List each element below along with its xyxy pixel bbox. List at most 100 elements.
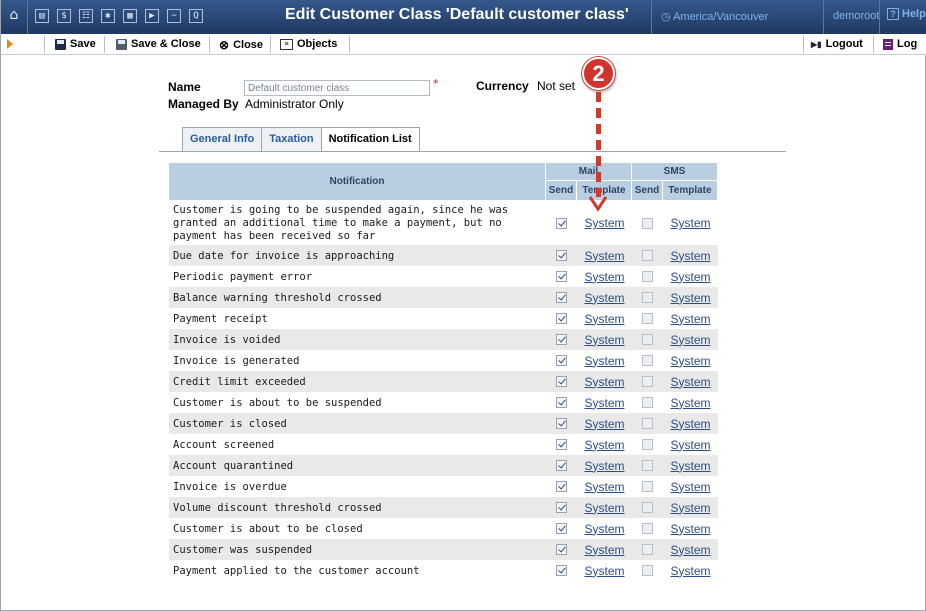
mail-send-checkbox[interactable] [556,544,567,555]
mail-send-checkbox[interactable] [556,418,567,429]
table-row: Volume discount threshold crossed System S… [169,497,718,518]
sms-template-link[interactable]: System [670,396,710,410]
tab-taxation[interactable]: Taxation [261,127,322,151]
sms-send-checkbox[interactable] [642,397,653,408]
mail-send-checkbox[interactable] [556,502,567,513]
logout-icon: ▶▮ [811,39,822,49]
sms-send-checkbox[interactable] [642,292,653,303]
sms-template-link[interactable]: System [670,480,710,494]
mail-template-link[interactable]: System [584,564,624,578]
sms-send-checkbox[interactable] [642,271,653,282]
sms-template-link[interactable]: System [670,375,710,389]
mail-template-link[interactable]: System [584,249,624,263]
sms-send-checkbox[interactable] [642,250,653,261]
customers-icon[interactable]: ▤ [35,9,49,23]
sms-template-link[interactable]: System [670,270,710,284]
sms-send-checkbox[interactable] [642,313,653,324]
save-close-button[interactable]: Save & Close [116,38,201,50]
notification-text: Payment receipt [169,308,546,329]
sms-send-checkbox[interactable] [642,481,653,492]
name-input[interactable] [244,80,430,96]
mail-template-link[interactable]: System [584,501,624,515]
log-button[interactable]: Log [883,38,917,50]
sms-send-checkbox[interactable] [642,565,653,576]
sms-template-link[interactable]: System [670,291,710,305]
mail-send-checkbox[interactable] [556,439,567,450]
tab-notification-list[interactable]: Notification List [320,127,420,152]
mail-template-link[interactable]: System [584,396,624,410]
sms-template-link[interactable]: System [670,543,710,557]
sms-template-link[interactable]: System [670,459,710,473]
sms-send-checkbox[interactable] [642,544,653,555]
sms-template-link[interactable]: System [670,333,710,347]
mail-template-link[interactable]: System [584,354,624,368]
mail-send-checkbox[interactable] [556,292,567,303]
sms-send-checkbox[interactable] [642,355,653,366]
logout-button[interactable]: ▶▮ Logout [811,38,863,50]
mail-template-link[interactable]: System [584,312,624,326]
mail-template-link[interactable]: System [584,333,624,347]
mail-template-link[interactable]: System [584,543,624,557]
sms-template-link[interactable]: System [670,564,710,578]
search-icon[interactable]: Q [189,9,203,23]
finance-icon[interactable]: $ [57,9,71,23]
mail-send-checkbox[interactable] [556,481,567,492]
objects-button[interactable]: ≡ Objects [280,38,337,50]
mail-template-link[interactable]: System [584,522,624,536]
sms-template-link[interactable]: System [670,501,710,515]
mail-send-checkbox[interactable] [556,313,567,324]
tariffs-icon[interactable]: ▦ [123,9,137,23]
sms-send-checkbox[interactable] [642,502,653,513]
sms-template-link[interactable]: System [670,249,710,263]
notification-text: Account screened [169,434,546,455]
sms-template-link[interactable]: System [670,312,710,326]
sms-send-checkbox[interactable] [642,523,653,534]
toolbar-arrow-icon[interactable] [7,39,13,49]
mail-send-cell [546,434,577,455]
sms-send-checkbox[interactable] [642,439,653,450]
tab-general-info[interactable]: General Info [182,127,263,151]
help-link[interactable]: ? Help [887,8,926,20]
sms-send-checkbox[interactable] [642,418,653,429]
mail-send-checkbox[interactable] [556,523,567,534]
sms-template-link[interactable]: System [670,216,710,230]
mail-send-checkbox[interactable] [556,271,567,282]
save-button[interactable]: Save [55,38,96,50]
mail-template-link[interactable]: System [584,291,624,305]
sms-template-link[interactable]: System [670,354,710,368]
sms-send-cell [632,455,663,476]
mail-send-checkbox[interactable] [556,376,567,387]
mail-template-link[interactable]: System [584,216,624,230]
sms-send-checkbox[interactable] [642,334,653,345]
user-name[interactable]: demoroot [833,10,879,22]
sms-template-link[interactable]: System [670,522,710,536]
sms-template-link[interactable]: System [670,417,710,431]
statistics-icon[interactable]: ~ [167,9,181,23]
mail-template-link[interactable]: System [584,270,624,284]
dispatch-icon[interactable]: ▶ [145,9,159,23]
timezone-link[interactable]: ◷ America/Vancouver [661,10,768,23]
mail-template-link[interactable]: System [584,375,624,389]
sms-send-checkbox[interactable] [642,217,653,229]
mail-template-link[interactable]: System [584,459,624,473]
sms-send-checkbox[interactable] [642,460,653,471]
mail-send-checkbox[interactable] [556,397,567,408]
mail-send-checkbox[interactable] [556,334,567,345]
mail-template-link[interactable]: System [584,480,624,494]
mail-template-link[interactable]: System [584,417,624,431]
sms-template-link[interactable]: System [670,438,710,452]
mail-template-link[interactable]: System [584,438,624,452]
notification-text: Customer is going to be suspended again,… [169,201,546,245]
mail-send-checkbox[interactable] [556,217,567,229]
sms-send-checkbox[interactable] [642,376,653,387]
sms-send-cell [632,392,663,413]
mail-send-checkbox[interactable] [556,355,567,366]
users-icon[interactable]: ✱ [101,9,115,23]
mail-send-checkbox[interactable] [556,460,567,471]
routing-icon[interactable]: ☷ [79,9,93,23]
mail-send-checkbox[interactable] [556,250,567,261]
mail-send-checkbox[interactable] [556,565,567,576]
notification-text: Customer is about to be closed [169,518,546,539]
close-button[interactable]: ⊗ Close [219,38,263,52]
home-icon[interactable]: ⌂ [6,6,22,24]
